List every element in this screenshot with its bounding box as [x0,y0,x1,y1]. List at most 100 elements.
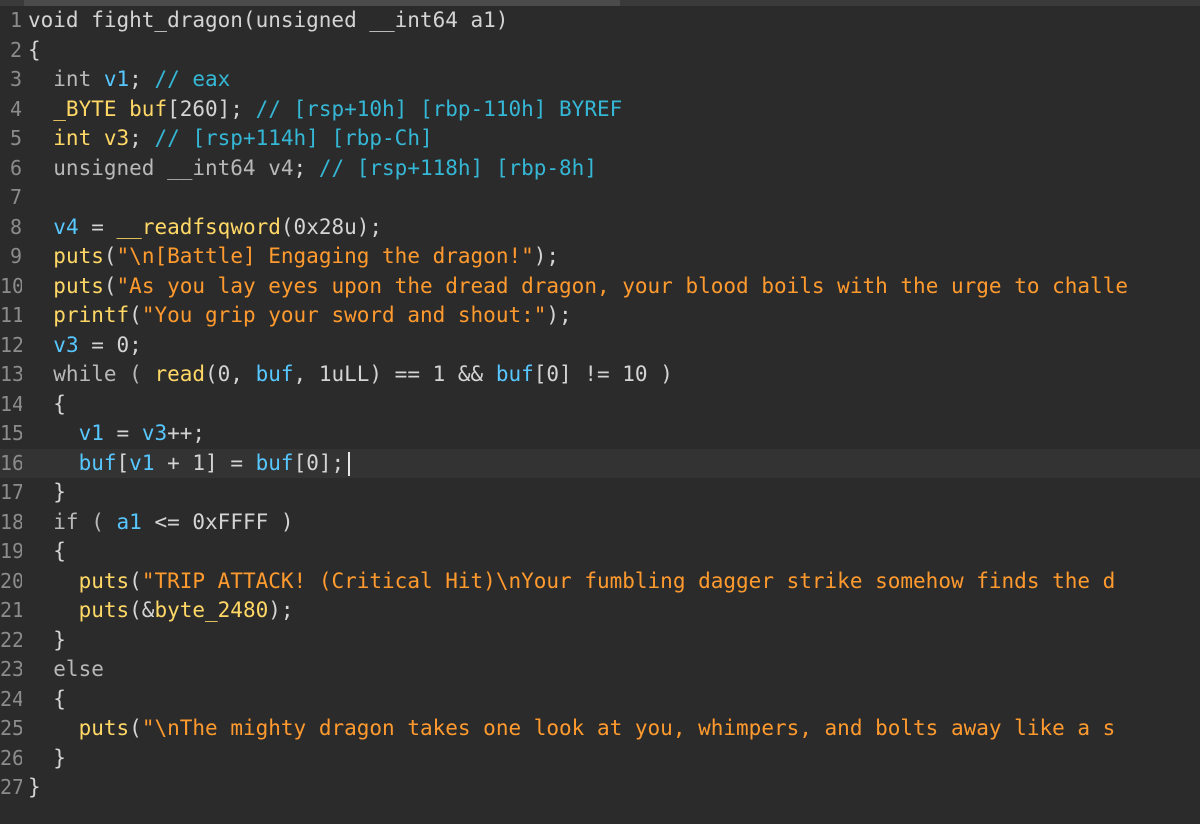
code-token: read [154,362,206,386]
code-line[interactable]: 2{ [0,36,1200,66]
code-token: "\n[Battle] Engaging the dragon!" [116,244,534,268]
code-token: ( [129,303,142,327]
code-token: buf [495,362,534,386]
code-token: } [28,627,66,652]
code-token: int [28,67,104,91]
code-token: byte_2480 [154,598,269,622]
code-token: } [28,480,66,504]
code-line[interactable]: 18 if ( a1 <= 0xFFFF ) [0,508,1200,538]
pseudocode-editor[interactable]: 1 void fight_dragon(unsigned __int64 a1) 2… [0,0,1200,824]
code-line[interactable]: 8 v4 = __readfsqword(0x28u); [0,213,1200,243]
code-line[interactable]: 14 { [0,390,1200,420]
code-text: if ( a1 <= 0xFFFF ) [28,508,293,538]
code-line[interactable]: 6 unsigned __int64 v4; // [rsp+118h] [rb… [0,154,1200,184]
code-token: ); [268,598,294,622]
code-line[interactable]: 15 v1 = v3++; [0,419,1200,449]
line-number: 14 [0,391,22,416]
code-line[interactable]: 3 int v1; // eax [0,65,1200,95]
code-token: puts [53,244,104,268]
code-token: buf [129,96,168,121]
code-text: { [28,36,41,66]
code-token: } [28,745,66,770]
code-text: void fight_dragon(unsigned __int64 a1) [28,6,508,36]
code-line[interactable]: 25 puts("\nThe mighty dragon takes one l… [0,714,1200,744]
line-number: 3 [9,67,22,91]
code-line[interactable]: 26 } [0,744,1200,774]
code-line[interactable]: 19 { [0,537,1200,567]
code-line[interactable]: 22 } [0,626,1200,656]
code-token: = [103,421,142,445]
code-token: "\nThe mighty dragon takes one look at y… [141,716,1116,740]
line-number: 20 [0,568,22,593]
code-token: void fight_dragon(unsigned __int64 a1) [28,8,509,32]
code-token: __readfsqword [116,214,281,239]
code-line[interactable]: 21 puts(&byte_2480); [0,596,1200,626]
code-token: unsigned __int64 [28,155,269,180]
code-token: v4 [53,214,79,239]
code-token: v3 [141,421,168,445]
line-number: 11 [0,303,22,327]
code-token: // eax [154,67,231,91]
line-number: 24 [0,686,22,711]
code-token: (0x28u); [280,214,383,239]
code-line[interactable]: 7 [0,183,1200,213]
code-token: + 1] = [154,450,256,475]
code-token: "As you lay eyes upon the dread dragon, … [116,273,1128,298]
code-token: } [28,775,41,799]
code-line[interactable]: 1 void fight_dragon(unsigned __int64 a1) [0,6,1200,36]
code-token: printf [53,303,130,327]
code-text: } [28,744,66,774]
code-line[interactable]: 20 puts("TRIP ATTACK! (Critical Hit)\nYo… [0,567,1200,597]
code-token: (0, [205,362,256,386]
code-text: puts("\nThe mighty dragon takes one look… [28,714,1116,744]
code-token: buf [255,450,294,475]
code-line[interactable]: 10 puts("As you lay eyes upon the dread … [0,272,1200,302]
code-token: puts [53,273,104,298]
code-token: ( [129,716,142,740]
code-line[interactable]: 12 v3 = 0; [0,331,1200,361]
code-line[interactable]: 17 } [0,478,1200,508]
code-token: "You grip your sword and shout:" [141,303,547,327]
code-line[interactable]: 4 _BYTE buf[260]; // [rsp+10h] [rbp-110h… [0,95,1200,125]
line-number: 9 [9,244,22,268]
code-line[interactable]: 27} [0,773,1200,803]
code-text: buf[v1 + 1] = buf[0]; [28,449,351,479]
code-token: [260]; [167,96,256,121]
code-token: { [28,539,66,563]
code-line[interactable]: 23 else [0,655,1200,685]
line-number: 19 [0,539,22,563]
code-text: } [28,626,66,656]
code-line[interactable]: 24 { [0,685,1200,715]
code-line[interactable]: 11 printf("You grip your sword and shout… [0,301,1200,331]
line-number: 13 [0,362,22,386]
code-text: puts("TRIP ATTACK! (Critical Hit)\nYour … [28,567,1116,597]
code-token: v1 [78,421,104,445]
code-text: { [28,537,66,567]
code-text: } [28,478,66,508]
code-token: ( [103,273,117,298]
code-line[interactable]: 16 buf[v1 + 1] = buf[0]; [0,448,1200,479]
line-number: 22 [0,627,22,652]
code-token: [0]; [293,450,345,475]
code-line[interactable]: 9 puts("\n[Battle] Engaging the dragon!"… [0,242,1200,272]
code-text: puts("As you lay eyes upon the dread dra… [28,272,1128,302]
code-token: [0] != 10 ) [533,362,673,386]
line-number: 1 [9,8,22,32]
line-number: 26 [0,745,22,770]
code-line[interactable]: 13 while ( read(0, buf, 1uLL) == 1 && bu… [0,360,1200,390]
code-token: if ( [28,509,117,534]
code-line[interactable]: 5 int v3; // [rsp+114h] [rbp-Ch] [0,124,1200,154]
line-number: 15 [0,421,22,445]
code-text: v1 = v3++; [28,419,205,449]
code-token: puts [78,716,130,740]
code-text: printf("You grip your sword and shout:")… [28,301,571,331]
code-token: else [28,657,104,681]
code-token: ++; [167,421,206,445]
